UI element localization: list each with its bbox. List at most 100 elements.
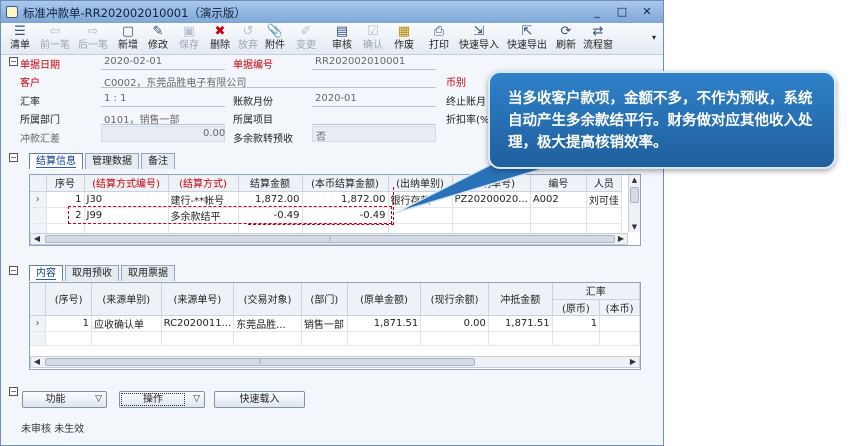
row-pointer-icon: › [30, 315, 47, 332]
settle-horizontal-scrollbar[interactable]: ◀ ⁞ ▶ [30, 233, 628, 245]
cell[interactable]: 1 [46, 191, 85, 208]
cell[interactable] [599, 315, 640, 332]
maximize-button[interactable]: □ [614, 4, 630, 20]
cell[interactable]: 刘可佳 [586, 191, 622, 208]
cell[interactable]: 1,871.51 [488, 315, 553, 332]
minimize-button[interactable]: _ [589, 4, 605, 20]
scroll-left-icon[interactable]: ◀ [31, 357, 43, 367]
tab-use-prepaid[interactable]: 取用预收 [65, 265, 119, 281]
status-bar: 未审核 未生效 [21, 420, 84, 435]
scroll-down-icon[interactable]: ▼ [629, 222, 640, 232]
scroll-right-icon[interactable]: ▶ [627, 357, 639, 367]
col-header[interactable]: (来源单号) [161, 283, 235, 316]
detail-tabs: 内容 取用预收 取用票据 [29, 265, 177, 281]
footer-collapse-toggle[interactable]: − [9, 387, 18, 396]
list-button[interactable]: ☰ 清单 [7, 24, 33, 54]
detail-collapse-toggle[interactable]: − [9, 266, 18, 275]
save-button[interactable]: ▣ 保存 [176, 24, 202, 54]
scroll-right-icon[interactable]: ▶ [615, 234, 627, 244]
period-value[interactable]: 2020-01 [315, 93, 357, 104]
scroll-up-icon[interactable]: ▲ [629, 175, 640, 185]
col-header[interactable]: (本币) [599, 299, 640, 316]
col-header[interactable]: 冲抵金额 [488, 283, 553, 316]
col-header[interactable]: 编号 [530, 175, 587, 192]
col-header[interactable]: 序号 [46, 175, 85, 192]
col-header[interactable]: (序号) [45, 283, 92, 316]
cell[interactable]: 东莞品胜... [233, 315, 302, 332]
close-button[interactable]: ✕ [639, 4, 655, 20]
operate-button[interactable]: 操作 ▽ [119, 391, 205, 408]
col-header[interactable]: (原单金额) [347, 283, 422, 316]
prev-button[interactable]: ⇦ 前一笔 [37, 24, 73, 54]
scroll-left-icon[interactable]: ◀ [31, 234, 43, 244]
cell[interactable]: J30 [84, 191, 169, 208]
cell[interactable]: 0.00 [420, 315, 489, 332]
date-value[interactable]: 2020-02-01 [104, 56, 162, 67]
function-button[interactable]: 功能 ▽ [22, 391, 107, 408]
doc-no-value[interactable]: RR202002010001 [315, 56, 405, 67]
tab-remarks[interactable]: 备注 [141, 153, 175, 169]
audit-button[interactable]: ▤ 审核 [329, 24, 355, 54]
col-header[interactable]: (交易对象) [233, 283, 302, 316]
new-button[interactable]: ▢ 新增 [115, 24, 141, 54]
quick-load-button[interactable]: 快速载入 [214, 391, 305, 408]
flow-window-button[interactable]: ⇄ 流程窗 [580, 24, 616, 54]
refresh-button[interactable]: ⟳ 刷新 [553, 24, 579, 54]
cell[interactable]: PZ20200020... [452, 191, 531, 208]
col-header[interactable]: (现行余额) [420, 283, 489, 316]
audit-icon: ▤ [335, 24, 349, 39]
cell[interactable]: 1 [552, 315, 601, 332]
col-group-header[interactable]: 汇率 [552, 283, 640, 300]
col-header[interactable]: (来源单别) [91, 283, 162, 316]
print-button[interactable]: ⎙ 打印 [426, 24, 452, 54]
change-button[interactable]: ✐ 变更 [293, 24, 319, 54]
cell[interactable]: 银行存款 [388, 191, 453, 208]
confirm-button[interactable]: ☑ 确认 [360, 24, 386, 54]
quick-export-button[interactable]: ⇱ 快速导出 [505, 24, 549, 54]
cell[interactable]: RC2020011... [161, 315, 235, 332]
col-header[interactable]: (部门) [301, 283, 348, 316]
surplus-label: 多余款转预收 [233, 134, 293, 145]
col-header[interactable]: 人员 [586, 175, 622, 192]
tab-content[interactable]: 内容 [29, 265, 63, 281]
detail-horizontal-scrollbar[interactable]: ◀ ⁞ ▶ [30, 356, 640, 368]
cell[interactable]: 应收确认单 [91, 315, 162, 332]
voucher-window: 标准冲款单-RR202002010001（演示版） _ □ ✕ ☰ 清单 ⇦ 前一笔… [0, 0, 664, 446]
change-icon: ✐ [300, 24, 312, 39]
col-header[interactable]: (出纳单号) [452, 175, 531, 192]
cell[interactable] [530, 207, 587, 224]
arrow-right-icon: ⇨ [87, 24, 99, 39]
tab-use-bills[interactable]: 取用票据 [121, 265, 175, 281]
attachment-icon: 📎 [266, 24, 284, 39]
settle-collapse-toggle[interactable]: − [9, 153, 18, 162]
surplus-field[interactable] [312, 126, 436, 142]
cell[interactable]: 1,871.51 [347, 315, 422, 332]
delete-button[interactable]: ✖ 删除 [207, 24, 233, 54]
col-header[interactable]: (出纳单别) [388, 175, 453, 192]
project-label: 所属项目 [233, 115, 273, 126]
col-header[interactable]: (原币) [552, 299, 601, 316]
highlight-amount-column [248, 187, 394, 225]
discard-button[interactable]: ↺ 放弃 [235, 24, 261, 54]
tab-manage-data[interactable]: 管理数据 [85, 153, 139, 169]
cell[interactable] [586, 207, 622, 224]
edit-button[interactable]: ✎ 修改 [145, 24, 171, 54]
settle-vertical-scrollbar[interactable]: ▲ ▼ [628, 175, 640, 232]
attachment-button[interactable]: 📎 附件 [262, 24, 288, 54]
cell[interactable]: 销售一部 [301, 315, 348, 332]
toolbar-overflow-icon[interactable]: ▾ [649, 33, 659, 63]
cell[interactable]: 1 [45, 315, 92, 332]
quick-import-button[interactable]: ⇲ 快速导入 [457, 24, 501, 54]
tab-settle-info[interactable]: 结算信息 [29, 153, 83, 169]
cell[interactable] [388, 207, 453, 224]
rate-value[interactable]: 1 : 1 [104, 93, 126, 104]
void-button[interactable]: ▦ 作废 [391, 24, 417, 54]
next-button[interactable]: ⇨ 后一笔 [75, 24, 111, 54]
col-header[interactable]: (结算方式) [168, 175, 239, 192]
table-row[interactable]: › 1 应收确认单 RC2020011... 东莞品胜... 销售一部 1,87… [30, 315, 640, 332]
cell[interactable]: 建行-**帐号 [168, 191, 239, 208]
cell[interactable] [452, 207, 531, 224]
col-header[interactable]: (结算方式编号) [84, 175, 169, 192]
header-collapse-toggle[interactable]: − [9, 57, 18, 66]
cell[interactable]: A002 [530, 191, 587, 208]
